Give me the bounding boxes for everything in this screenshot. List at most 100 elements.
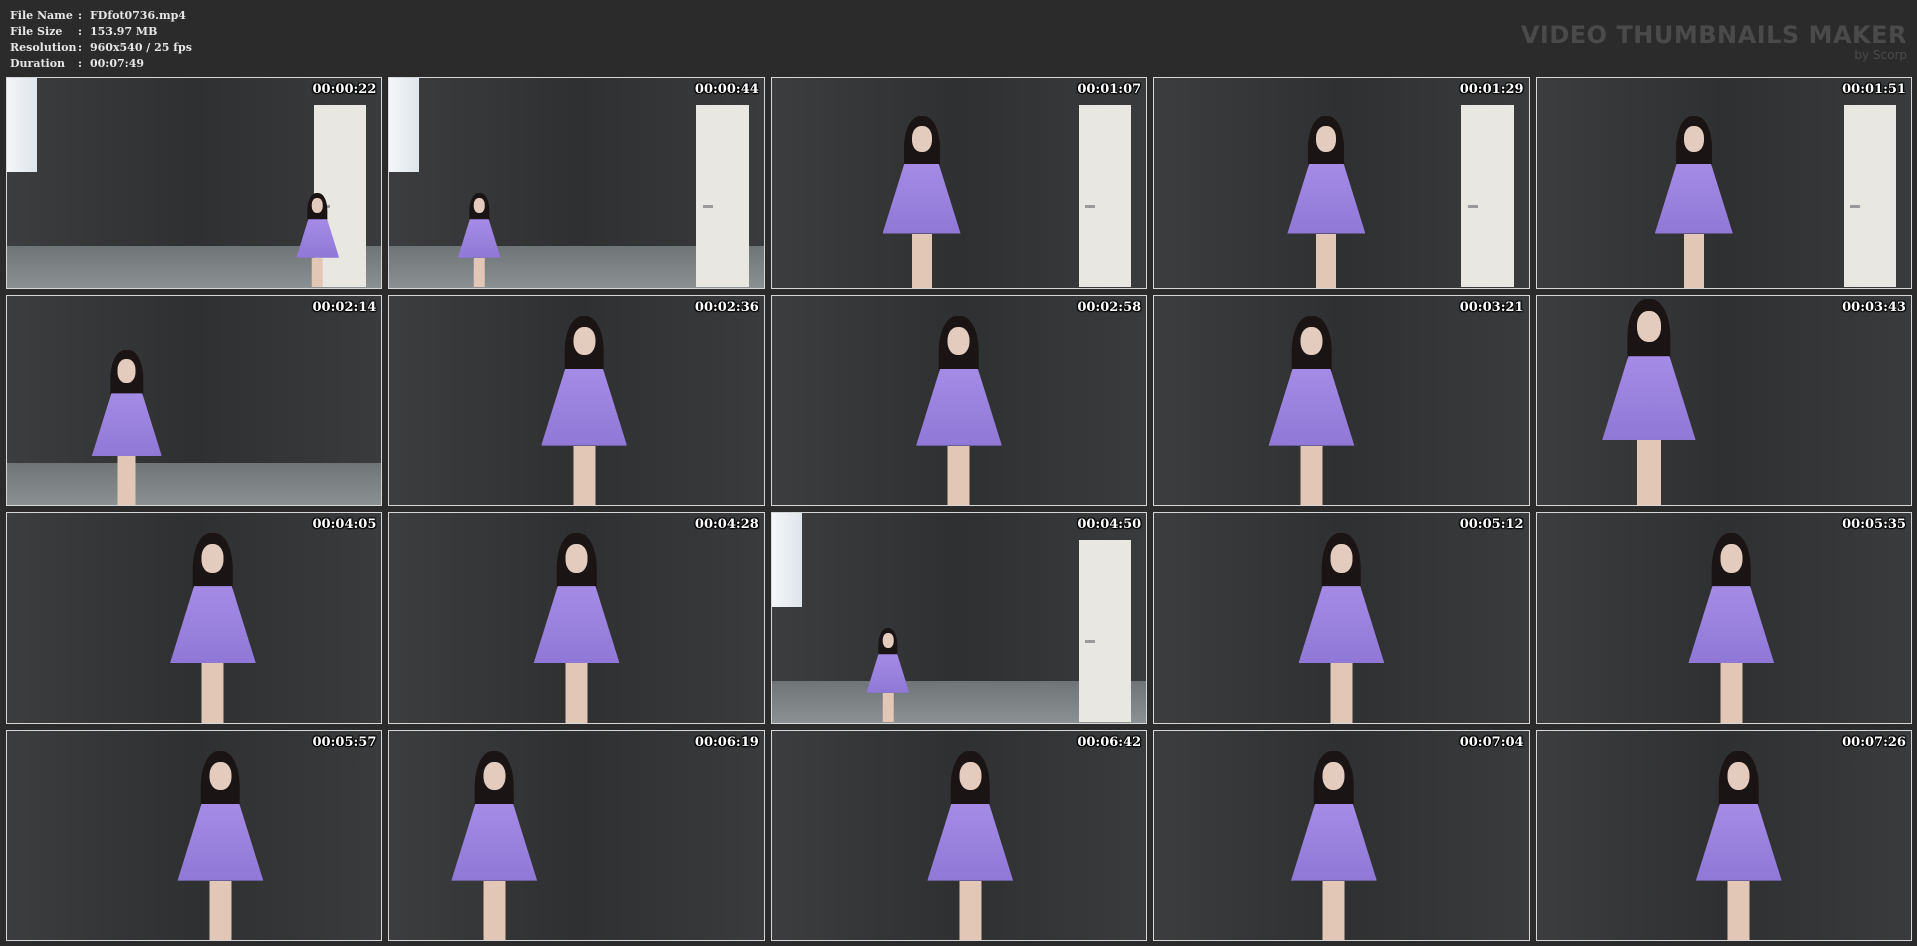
figure-legs bbox=[882, 692, 894, 723]
figure-legs bbox=[117, 456, 136, 505]
timestamp: 00:05:12 bbox=[1459, 517, 1524, 532]
thumbnail-frame: 00:06:42 bbox=[770, 729, 1148, 941]
window bbox=[389, 78, 420, 173]
door bbox=[1843, 105, 1897, 288]
timestamp: 00:03:43 bbox=[1842, 299, 1906, 315]
figure-legs bbox=[209, 880, 232, 940]
file-name-label: File Name bbox=[10, 9, 73, 22]
person-figure bbox=[1682, 533, 1781, 723]
figure-face bbox=[1720, 544, 1743, 573]
file-name-value: FDfot0736.mp4 bbox=[90, 9, 186, 22]
separator: : bbox=[78, 25, 83, 38]
figure-dress bbox=[457, 219, 501, 258]
figure-face bbox=[201, 544, 224, 573]
person-figure bbox=[877, 115, 967, 288]
file-size-row: File Size : 153.97 MB bbox=[10, 24, 192, 40]
file-size-label: File Size bbox=[10, 25, 63, 38]
thumbnail-frame: 00:00:44 bbox=[388, 77, 765, 289]
door-handle bbox=[1085, 640, 1096, 644]
figure-face bbox=[1322, 761, 1345, 791]
door bbox=[1078, 105, 1132, 288]
duration-value: 00:07:49 bbox=[90, 57, 145, 70]
separator: : bbox=[78, 9, 83, 22]
figure-face bbox=[1636, 310, 1661, 342]
thumbnail-frame: 00:04:28 bbox=[388, 512, 765, 724]
figure-dress bbox=[1602, 356, 1696, 441]
figure-legs bbox=[959, 880, 982, 940]
thumbnail-frame: 00:02:58 bbox=[770, 294, 1148, 506]
person-figure bbox=[1262, 315, 1361, 505]
figure-dress bbox=[1287, 163, 1366, 234]
resolution-label: Resolution bbox=[10, 41, 77, 54]
file-name-row: File Name : FDfot0736.mp4 bbox=[10, 8, 192, 24]
figure-dress bbox=[882, 163, 961, 234]
figure-dress bbox=[1268, 368, 1355, 446]
timestamp: 00:04:50 bbox=[1077, 517, 1142, 532]
timestamp: 00:04:05 bbox=[312, 517, 377, 532]
person-figure bbox=[527, 533, 626, 723]
person-figure bbox=[454, 192, 504, 288]
figure-legs bbox=[565, 663, 588, 723]
door-handle bbox=[1085, 205, 1096, 209]
thumbnail-frame: 00:04:05 bbox=[6, 512, 383, 724]
figure-dress bbox=[177, 803, 264, 881]
door bbox=[1461, 105, 1514, 288]
person-figure bbox=[1281, 115, 1371, 288]
figure-dress bbox=[541, 368, 627, 446]
figure-face bbox=[473, 198, 485, 213]
door bbox=[696, 105, 749, 288]
figure-legs bbox=[473, 257, 485, 288]
figure-legs bbox=[312, 257, 324, 288]
thumbnail-frame: 00:02:36 bbox=[388, 294, 765, 506]
window bbox=[771, 513, 802, 608]
person-figure bbox=[863, 627, 913, 723]
door bbox=[1078, 540, 1132, 723]
figure-legs bbox=[1727, 880, 1750, 940]
figure-dress bbox=[1688, 586, 1775, 664]
resolution-row: Resolution : 960x540 / 25 fps bbox=[10, 40, 192, 56]
thumbnail-frame: 00:01:51 bbox=[1535, 77, 1912, 289]
timestamp: 00:01:07 bbox=[1077, 82, 1142, 97]
figure-legs bbox=[201, 663, 224, 723]
figure-dress bbox=[91, 393, 162, 457]
timestamp: 00:07:04 bbox=[1459, 734, 1524, 750]
timestamp: 00:06:19 bbox=[694, 734, 759, 750]
timestamp: 00:00:44 bbox=[694, 82, 759, 97]
figure-face bbox=[1683, 125, 1704, 152]
thumbnail-frame: 00:02:14 bbox=[6, 294, 383, 506]
figure-face bbox=[911, 125, 932, 152]
figure-dress bbox=[296, 219, 340, 258]
timestamp: 00:02:14 bbox=[312, 299, 377, 315]
figure-face bbox=[117, 359, 136, 383]
brand-subtitle: by Scorp bbox=[1854, 48, 1907, 62]
person-figure bbox=[293, 192, 343, 288]
window bbox=[7, 78, 37, 173]
timestamp: 00:05:57 bbox=[312, 734, 377, 750]
figure-face bbox=[1316, 125, 1337, 152]
figure-dress bbox=[533, 586, 620, 664]
thumbnail-frame: 00:00:22 bbox=[6, 77, 383, 289]
thumbnail-frame: 00:04:50 bbox=[770, 512, 1148, 724]
separator: : bbox=[78, 41, 83, 54]
brand-watermark: VIDEO THUMBNAILS MAKER by Scorp bbox=[1521, 22, 1907, 62]
person-figure bbox=[1595, 298, 1703, 505]
figure-face bbox=[947, 326, 970, 356]
figure-face bbox=[209, 761, 232, 791]
figure-legs bbox=[1636, 440, 1661, 505]
person-figure bbox=[445, 750, 544, 940]
figure-legs bbox=[1300, 445, 1323, 505]
resolution-value: 960x540 / 25 fps bbox=[90, 41, 192, 54]
figure-face bbox=[573, 326, 596, 356]
timestamp: 00:02:36 bbox=[694, 299, 759, 315]
figure-face bbox=[565, 544, 588, 573]
duration-label: Duration bbox=[10, 57, 66, 70]
figure-dress bbox=[916, 368, 1002, 446]
person-figure bbox=[163, 533, 262, 723]
timestamp: 00:04:28 bbox=[694, 517, 759, 532]
thumbnail-frame: 00:06:19 bbox=[388, 729, 765, 941]
figure-dress bbox=[1695, 803, 1782, 881]
timestamp: 00:00:22 bbox=[312, 82, 377, 97]
door-handle bbox=[1849, 205, 1860, 209]
thumbnail-grid: 00:00:22 00:00:44 00:01:07 00:01:29 00:01:51… bbox=[6, 77, 1912, 941]
figure-dress bbox=[1290, 803, 1377, 881]
